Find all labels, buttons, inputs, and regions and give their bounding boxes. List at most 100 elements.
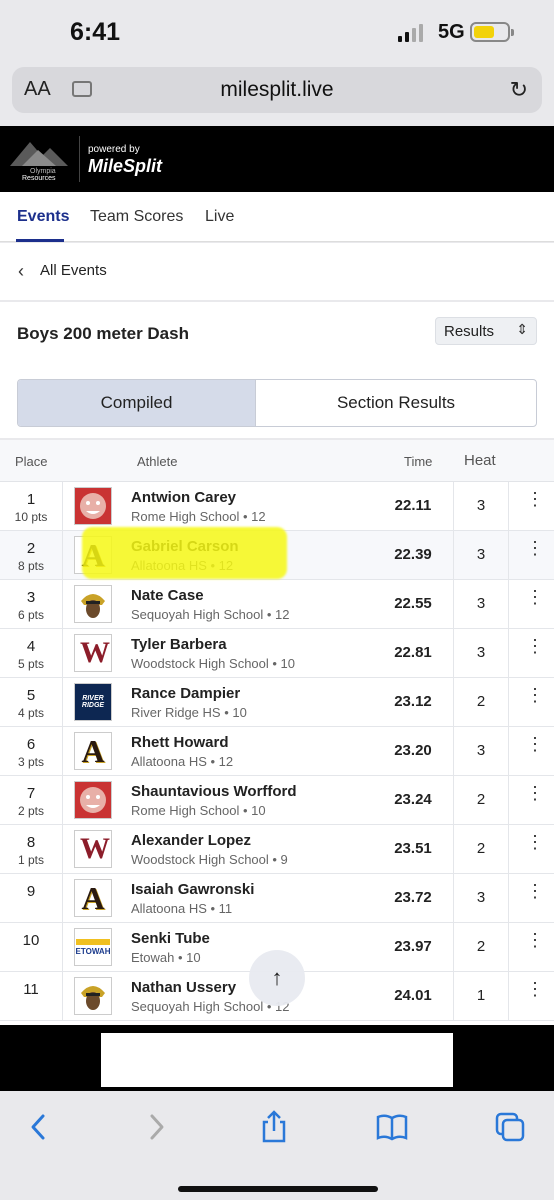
heat-number: 2 (476, 693, 486, 710)
logo-divider (79, 136, 80, 182)
table-row[interactable]: 6 3 pts A Rhett Howard Allatoona HS • 12… (0, 727, 554, 776)
header-heat: Heat (464, 452, 496, 469)
athlete-school[interactable]: Woodstock High School • 9 (131, 852, 288, 867)
tab-live[interactable]: Live (205, 208, 234, 226)
section-results-button[interactable]: Section Results (256, 380, 536, 426)
place-number: 2 (26, 540, 36, 557)
place-points: 1 pts (17, 853, 44, 867)
site-header: Olympia Resources powered by MileSplit (0, 126, 554, 192)
result-time: 22.11 (394, 497, 432, 514)
allatoona-logo: A (81, 732, 105, 769)
woodstock-logo: W (80, 636, 110, 669)
heat-number: 2 (476, 840, 486, 857)
logo-text-top: Olympia (30, 168, 56, 175)
place-points: 6 pts (17, 608, 44, 622)
more-options-icon[interactable]: ⋮ (526, 882, 544, 900)
athlete-name[interactable]: Antwion Carey (131, 489, 236, 506)
browser-toolbar (0, 1091, 554, 1200)
place-number: 8 (26, 834, 36, 851)
heat-number: 3 (476, 742, 486, 759)
more-options-icon[interactable]: ⋮ (526, 784, 544, 802)
results-select[interactable]: Results ⇕ (435, 317, 537, 345)
team-logo: A (74, 879, 112, 917)
athlete-name[interactable]: Isaiah Gawronski (131, 881, 254, 898)
result-time: 22.81 (394, 644, 432, 661)
athlete-school[interactable]: Woodstock High School • 10 (131, 656, 295, 671)
table-row[interactable]: 3 6 pts Nate Case Sequoyah High School •… (0, 580, 554, 629)
athlete-name[interactable]: Senki Tube (131, 930, 210, 947)
logo-text-bottom: Resources (22, 175, 56, 182)
result-time: 24.01 (394, 987, 432, 1004)
more-options-icon[interactable]: ⋮ (526, 686, 544, 704)
table-row[interactable]: 1 10 pts Antwion Carey Rome High School … (0, 482, 554, 531)
back-link[interactable]: ‹ All Events (0, 243, 554, 300)
athlete-school[interactable]: Rome High School • 12 (131, 509, 266, 524)
athlete-school[interactable]: Sequoyah High School • 12 (131, 607, 290, 622)
sort-arrows-icon: ⇕ (516, 321, 528, 337)
table-row[interactable]: 9 A Isaiah Gawronski Allatoona HS • 11 2… (0, 874, 554, 923)
result-time: 23.12 (394, 693, 432, 710)
place-number: 11 (23, 981, 39, 998)
etowah-logo: ETOWAH (75, 938, 111, 956)
more-options-icon[interactable]: ⋮ (526, 833, 544, 851)
table-row[interactable]: 4 5 pts W Tyler Barbera Woodstock High S… (0, 629, 554, 678)
table-row[interactable]: 8 1 pts W Alexander Lopez Woodstock High… (0, 825, 554, 874)
result-time: 23.97 (394, 938, 432, 955)
allatoona-logo: A (81, 879, 105, 916)
olympia-resources-logo: Olympia Resources (10, 142, 68, 182)
tabs-button[interactable] (490, 1109, 530, 1145)
back-link-label[interactable]: All Events (40, 262, 107, 279)
more-options-icon[interactable]: ⋮ (526, 588, 544, 606)
place-points: 4 pts (17, 706, 44, 720)
more-options-icon[interactable]: ⋮ (526, 980, 544, 998)
athlete-school[interactable]: River Ridge HS • 10 (131, 705, 247, 720)
athlete-school[interactable]: Allatoona HS • 11 (131, 901, 232, 916)
more-options-icon[interactable]: ⋮ (526, 539, 544, 557)
table-header: Place Athlete Time Heat (0, 440, 554, 482)
more-options-icon[interactable]: ⋮ (526, 490, 544, 508)
table-row[interactable]: 7 2 pts Shauntavious Worfford Rome High … (0, 776, 554, 825)
arrow-up-icon: ↑ (271, 965, 283, 990)
athlete-school[interactable]: Rome High School • 10 (131, 803, 266, 818)
bookmarks-button[interactable] (372, 1109, 412, 1145)
back-button[interactable] (18, 1109, 58, 1145)
table-row[interactable]: 5 4 pts RIVER RIDGE Rance Dampier River … (0, 678, 554, 727)
tab-team-scores[interactable]: Team Scores (90, 208, 183, 226)
tab-events[interactable]: Events (17, 208, 69, 226)
more-options-icon[interactable]: ⋮ (526, 637, 544, 655)
url-text[interactable]: milesplit.live (12, 78, 542, 102)
place-points: 10 pts (14, 510, 48, 524)
team-logo: W (74, 634, 112, 672)
athlete-school[interactable]: Etowah • 10 (131, 950, 201, 965)
athlete-name[interactable]: Nathan Ussery (131, 979, 236, 996)
team-logo (74, 781, 112, 819)
athlete-name[interactable]: Rance Dampier (131, 685, 240, 702)
team-logo (74, 487, 112, 525)
forward-button[interactable] (137, 1109, 177, 1145)
athlete-school[interactable]: Allatoona HS • 12 (131, 754, 233, 769)
more-options-icon[interactable]: ⋮ (526, 931, 544, 949)
reload-icon[interactable]: ↻ (510, 77, 528, 103)
place-number: 5 (26, 687, 36, 704)
place-points: 5 pts (17, 657, 44, 671)
athlete-name[interactable]: Tyler Barbera (131, 636, 227, 653)
athlete-name[interactable]: Rhett Howard (131, 734, 229, 751)
header-place: Place (15, 454, 48, 469)
athlete-name[interactable]: Shauntavious Worfford (131, 783, 297, 800)
battery-icon (470, 22, 514, 42)
heat-number: 2 (476, 938, 486, 955)
heat-number: 3 (476, 546, 486, 563)
result-time: 23.51 (394, 840, 432, 857)
ad-slot[interactable] (101, 1033, 453, 1087)
share-button[interactable] (254, 1109, 294, 1145)
scroll-to-top-button[interactable]: ↑ (249, 950, 305, 1006)
place-number: 3 (26, 589, 36, 606)
athlete-name[interactable]: Alexander Lopez (131, 832, 251, 849)
more-options-icon[interactable]: ⋮ (526, 735, 544, 753)
milesplit-logo[interactable]: MileSplit (88, 156, 162, 177)
address-bar[interactable]: AA milesplit.live ↻ (12, 67, 542, 113)
compiled-button[interactable]: Compiled (18, 380, 255, 426)
home-indicator (178, 1186, 378, 1192)
athlete-name[interactable]: Nate Case (131, 587, 204, 604)
rome-bulldog-logo (80, 493, 106, 519)
